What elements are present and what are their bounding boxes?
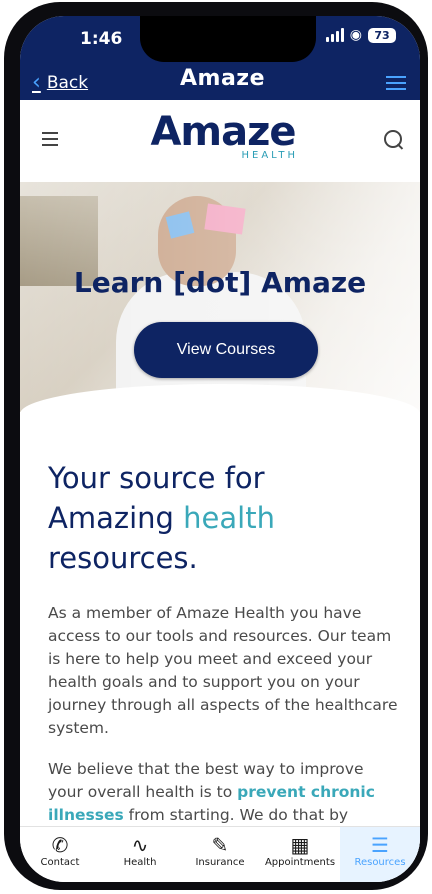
intro-paragraph: As a member of Amaze Health you have acc… [48, 604, 398, 737]
search-icon[interactable] [384, 130, 402, 148]
list-icon: ☰ [371, 833, 389, 857]
tab-label: Resources [354, 857, 406, 868]
tab-contact[interactable]: ✆ Contact [20, 827, 100, 882]
pulse-icon: ∿ [131, 833, 149, 857]
section-headline: Your source for Amazing health resources… [48, 458, 388, 578]
back-label: Back [46, 72, 89, 93]
back-button[interactable]: ‹ Back [32, 70, 88, 95]
headline-line3: resources. [48, 541, 198, 575]
menu-icon[interactable] [386, 76, 406, 94]
wifi-icon: ◉ [349, 27, 362, 43]
logo-text: Amaze [150, 109, 296, 155]
chevron-left-icon: ‹ [32, 70, 41, 95]
headline-line1: Your source for [48, 461, 265, 495]
notch [140, 16, 316, 62]
topbar-logo: Amaze [180, 66, 266, 91]
tab-label: Health [123, 857, 157, 868]
screen: 1:46 ◉ 73 ‹ Back Amaze Amaze HEALTH Lear… [20, 16, 420, 882]
hamburger-icon[interactable] [42, 132, 58, 150]
tab-health[interactable]: ∿ Health [100, 827, 180, 882]
edit-icon: ✎ [211, 833, 229, 857]
phone-frame: 1:46 ◉ 73 ‹ Back Amaze Amaze HEALTH Lear… [4, 2, 428, 890]
headline-line2: Amazing [48, 501, 184, 535]
hero-banner: Learn [dot] Amaze View Courses [20, 182, 420, 412]
signal-icon [325, 28, 344, 42]
view-courses-button[interactable]: View Courses [134, 322, 318, 378]
status-icons: ◉ 73 [325, 27, 396, 43]
tab-appointments[interactable]: ▦ Appointments [260, 827, 340, 882]
headline-highlight: health [183, 501, 275, 535]
bottom-tab-bar: ✆ Contact ∿ Health ✎ Insurance ▦ Appoint… [20, 826, 420, 882]
app-topbar: 1:46 ◉ 73 ‹ Back Amaze [20, 16, 420, 100]
tab-insurance[interactable]: ✎ Insurance [180, 827, 260, 882]
calendar-icon: ▦ [290, 833, 310, 857]
site-header: Amaze HEALTH [20, 100, 420, 182]
battery-icon: 73 [368, 27, 396, 43]
tab-label: Appointments [264, 857, 336, 868]
status-time: 1:46 [80, 29, 123, 49]
tab-resources[interactable]: ☰ Resources [340, 827, 420, 882]
phone-icon: ✆ [51, 833, 69, 857]
hero-title: Learn [dot] Amaze [73, 266, 367, 299]
tab-label: Contact [40, 857, 80, 868]
tab-label: Insurance [195, 857, 245, 868]
amaze-health-logo[interactable]: Amaze HEALTH [148, 110, 298, 161]
